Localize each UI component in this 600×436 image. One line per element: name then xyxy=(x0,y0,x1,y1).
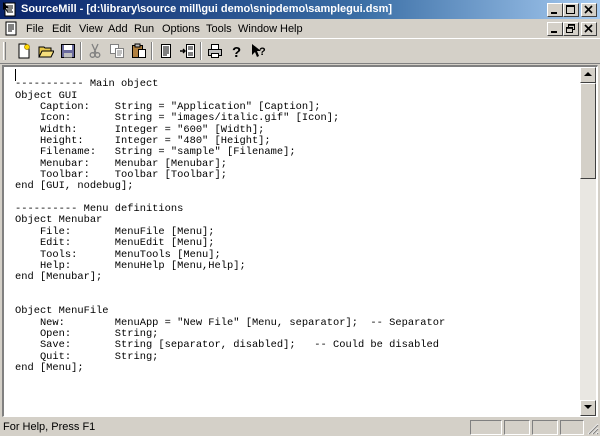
new-document-icon xyxy=(18,43,30,59)
vertical-scrollbar[interactable] xyxy=(580,67,596,416)
cut-button[interactable] xyxy=(84,41,106,62)
menu-file[interactable]: File xyxy=(26,23,44,35)
minimize-icon xyxy=(551,31,557,33)
close-icon xyxy=(584,5,593,14)
status-panel xyxy=(470,420,502,435)
copy-icon xyxy=(110,44,124,58)
toolbar-separator xyxy=(151,42,153,60)
menu-add[interactable]: Add xyxy=(108,23,128,35)
maximize-icon xyxy=(566,5,575,14)
menu-bar: File Edit View Add Run Options Tools Win… xyxy=(0,19,600,38)
resize-grip-icon[interactable] xyxy=(586,422,599,435)
help-button[interactable]: ? xyxy=(226,41,248,62)
doc-close-button[interactable] xyxy=(581,22,597,36)
paste-icon xyxy=(132,43,146,58)
toolbar-grip[interactable] xyxy=(3,42,6,60)
arrow-question-icon: ? xyxy=(252,44,266,58)
toolbar-separator xyxy=(200,42,202,60)
text-caret xyxy=(15,69,16,81)
menu-window[interactable]: Window xyxy=(238,23,277,35)
copy-button[interactable] xyxy=(106,41,128,62)
title-bar[interactable]: SourceMill - [d:\library\source mill\gui… xyxy=(0,0,600,19)
maximize-button[interactable] xyxy=(563,3,579,17)
page-icon xyxy=(161,44,171,58)
close-button[interactable] xyxy=(581,3,597,17)
paste-button[interactable] xyxy=(128,41,150,62)
insert-page-icon xyxy=(180,44,195,58)
menu-run[interactable]: Run xyxy=(134,23,154,35)
menu-edit[interactable]: Edit xyxy=(52,23,71,35)
arrow-up-icon xyxy=(584,72,592,76)
print-button[interactable] xyxy=(204,41,226,62)
toolbar-separator xyxy=(80,42,82,60)
scroll-down-button[interactable] xyxy=(580,400,596,416)
editor-frame: ----------- Main object Object GUI Capti… xyxy=(2,65,598,417)
status-bar: For Help, Press F1 xyxy=(0,419,600,436)
new-file-button[interactable] xyxy=(13,41,35,62)
save-disk-icon xyxy=(61,44,75,58)
minimize-icon xyxy=(551,12,557,14)
restore-icon xyxy=(566,24,575,33)
toolbar: ? ? xyxy=(0,38,600,64)
insert-button[interactable] xyxy=(177,41,199,62)
scroll-up-button[interactable] xyxy=(580,67,596,83)
status-panel xyxy=(560,420,584,435)
scissors-icon xyxy=(89,43,101,58)
document-system-menu-icon[interactable] xyxy=(3,21,19,36)
sourcemill-app-icon[interactable] xyxy=(3,2,18,17)
question-icon: ? xyxy=(232,44,241,59)
open-folder-icon xyxy=(38,46,54,58)
minimize-button[interactable] xyxy=(547,3,563,17)
menu-view[interactable]: View xyxy=(79,23,103,35)
scroll-thumb[interactable] xyxy=(580,83,596,179)
menu-options[interactable]: Options xyxy=(162,23,200,35)
context-help-button[interactable]: ? xyxy=(248,41,270,62)
page-button[interactable] xyxy=(155,41,177,62)
doc-minimize-button[interactable] xyxy=(547,22,563,36)
menu-tools[interactable]: Tools xyxy=(206,23,232,35)
svg-text:?: ? xyxy=(259,46,266,58)
close-icon xyxy=(584,24,593,33)
code-text[interactable]: ----------- Main object Object GUI Capti… xyxy=(15,68,445,374)
svg-text:?: ? xyxy=(232,44,241,59)
code-editor[interactable]: ----------- Main object Object GUI Capti… xyxy=(4,67,580,416)
status-panel xyxy=(532,420,558,435)
status-panel xyxy=(504,420,530,435)
menu-help[interactable]: Help xyxy=(280,23,303,35)
window-title: SourceMill - [d:\library\source mill\gui… xyxy=(21,3,393,15)
printer-icon xyxy=(208,44,222,58)
doc-restore-button[interactable] xyxy=(563,22,579,36)
status-message: For Help, Press F1 xyxy=(3,421,96,433)
save-file-button[interactable] xyxy=(57,41,79,62)
arrow-down-icon xyxy=(584,405,592,409)
open-file-button[interactable] xyxy=(35,41,57,62)
